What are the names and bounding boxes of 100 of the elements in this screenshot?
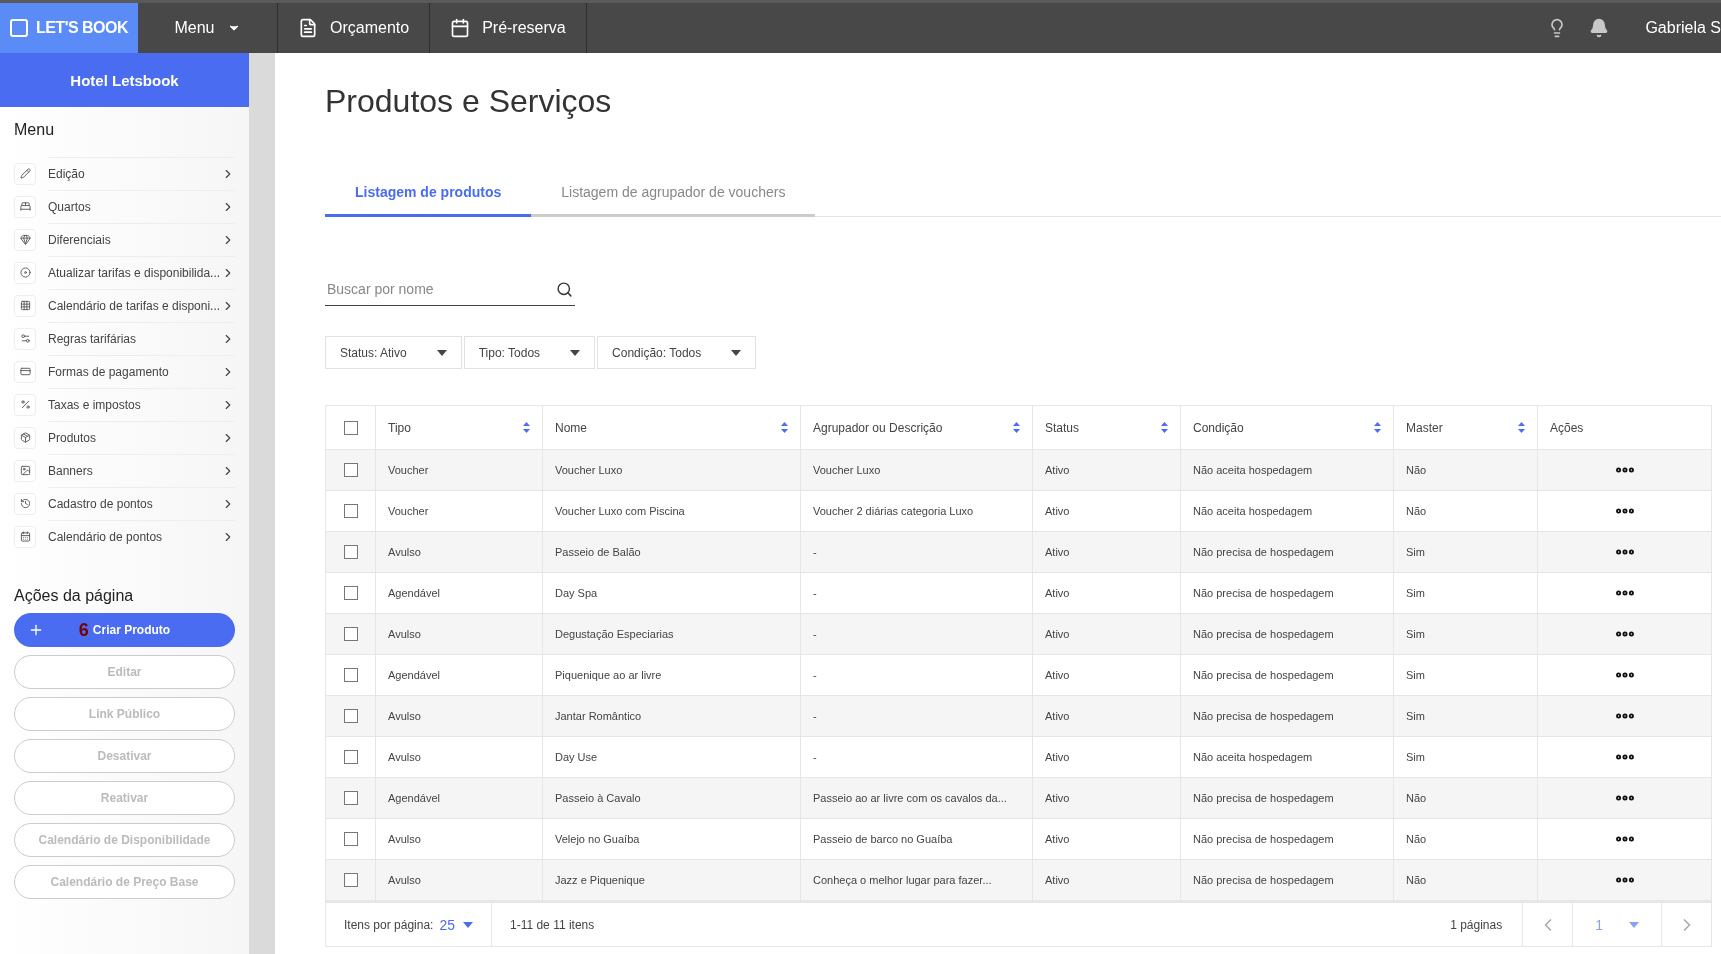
table-cell: Voucher — [388, 464, 429, 476]
table-cell: Não — [1406, 833, 1427, 845]
table-cell: Day Use — [555, 751, 598, 763]
table-cell: - — [813, 669, 817, 681]
sidebar-item[interactable]: Formas de pagamento — [0, 355, 249, 388]
search-icon[interactable] — [556, 281, 573, 298]
tab[interactable]: Listagem de agrupador de vouchers — [531, 170, 816, 217]
table-cell: Ativo — [1045, 874, 1070, 886]
table-cell: Ativo — [1045, 628, 1070, 640]
table-cell: Voucher Luxo com Piscina — [555, 505, 685, 517]
table-cell: Não aceita hospedagem — [1193, 751, 1313, 763]
sort-icon[interactable] — [1161, 422, 1168, 433]
document-icon — [298, 18, 318, 38]
sidebar-item[interactable]: Atualizar tarifas e disponibilida... — [0, 256, 249, 289]
table-cell: Ativo — [1045, 833, 1070, 845]
column-header: Condição — [1193, 420, 1244, 435]
row-checkbox[interactable] — [343, 832, 358, 846]
table-cell: Avulso — [388, 751, 421, 763]
table-cell: Não — [1406, 505, 1427, 517]
table-cell: Passeio de Balão — [555, 546, 641, 558]
table-cell: Agendável — [388, 792, 440, 804]
create-product-button[interactable]: 6 Criar Produto — [14, 613, 235, 647]
row-checkbox[interactable] — [343, 750, 358, 764]
user-name[interactable]: Gabriela S — [1645, 3, 1721, 53]
sidebar-item[interactable]: Taxas e impostos — [0, 388, 249, 421]
sidebar-item[interactable]: Banners — [0, 454, 249, 487]
menu-heading: Menu — [13, 120, 56, 140]
sidebar-item[interactable]: Produtos — [0, 421, 249, 454]
table-cell: Conheça o melhor lugar para fazer... — [813, 874, 992, 886]
sort-icon[interactable] — [1013, 422, 1020, 433]
row-checkbox[interactable] — [343, 463, 358, 477]
sidebar-item[interactable]: Cadastro de pontos — [0, 487, 249, 520]
sidebar-item[interactable]: Regras tarifárias — [0, 322, 249, 355]
table-cell: Não precisa de hospedagem — [1193, 669, 1334, 681]
table-cell: - — [813, 587, 817, 599]
filter-dropdown[interactable]: Status: Ativo — [325, 336, 462, 369]
filter-dropdown[interactable]: Tipo: Todos — [463, 336, 596, 369]
package-icon — [19, 432, 31, 443]
table-cell: Sim — [1406, 751, 1425, 763]
select-all-checkbox[interactable] — [343, 420, 358, 435]
table-cell: Não aceita hospedagem — [1193, 464, 1313, 476]
sidebar-item[interactable]: Edição — [0, 157, 249, 190]
row-checkbox[interactable] — [343, 791, 358, 805]
calendar-icon — [19, 531, 31, 542]
actions-heading: Ações da página — [13, 586, 135, 606]
bed-icon — [19, 201, 31, 212]
table-cell: Ativo — [1045, 669, 1070, 681]
table-cell: - — [813, 546, 817, 558]
row-checkbox[interactable] — [343, 873, 358, 887]
row-checkbox[interactable] — [343, 504, 358, 518]
table-cell: Avulso — [388, 874, 421, 886]
table-cell: Não precisa de hospedagem — [1193, 628, 1334, 640]
sidebar-item[interactable]: Calendário de pontos — [0, 520, 249, 553]
plus-icon — [28, 622, 44, 638]
row-checkbox[interactable] — [343, 709, 358, 723]
column-header: Master — [1406, 420, 1443, 435]
row-checkbox[interactable] — [343, 668, 358, 682]
percent-icon — [19, 399, 31, 410]
row-checkbox[interactable] — [343, 627, 358, 641]
sidebar-item[interactable]: Diferenciais — [0, 223, 249, 256]
table-cell: Passeio de barco no Guaíba — [813, 833, 953, 845]
table-cell: Jantar Romântico — [555, 710, 642, 722]
table-cell: Sim — [1406, 587, 1425, 599]
notification-bell-icon[interactable] — [1589, 18, 1610, 38]
caret-icon — [1629, 921, 1639, 928]
sort-icon[interactable] — [781, 422, 788, 433]
item-range: 1-11 de 11 itens — [510, 917, 595, 932]
row-checkbox[interactable] — [343, 586, 358, 600]
table-cell: Não — [1406, 464, 1427, 476]
table-cell: Ativo — [1045, 505, 1070, 517]
sort-icon[interactable] — [1518, 422, 1525, 433]
image-icon — [19, 465, 31, 476]
page-count: 1 páginas — [1449, 916, 1504, 934]
tab[interactable]: Listagem de produtos — [325, 170, 532, 217]
page-title: Produtos e Serviços — [325, 83, 613, 120]
column-header: Nome — [555, 420, 587, 435]
filter-dropdown[interactable]: Condição: Todos — [597, 336, 757, 369]
table-cell: Avulso — [388, 833, 421, 845]
table-cell: - — [813, 751, 817, 763]
gem-icon — [19, 234, 31, 245]
caret-icon — [436, 349, 447, 356]
table-cell: Passeio ao ar livre com os cavalos da... — [813, 792, 1007, 804]
nav-button[interactable]: Orçamento — [278, 3, 431, 53]
table-cell: Voucher — [388, 505, 429, 517]
table-cell: Não aceita hospedagem — [1193, 505, 1313, 517]
table-cell: Piquenique ao ar livre — [555, 669, 662, 681]
table-cell: Avulso — [388, 710, 421, 722]
sort-icon[interactable] — [1374, 422, 1381, 433]
table-cell: Não precisa de hospedagem — [1193, 833, 1334, 845]
table-cell: Velejo no Guaíba — [555, 833, 640, 845]
nav-button[interactable]: Pré-reserva — [430, 3, 587, 53]
sidebar-item[interactable]: Quartos — [0, 190, 249, 223]
table-cell: Não — [1406, 792, 1427, 804]
row-checkbox[interactable] — [343, 545, 358, 559]
sort-icon[interactable] — [523, 422, 530, 433]
per-page-label: Itens por página: — [344, 917, 434, 932]
table-cell: Não — [1406, 874, 1427, 886]
per-page-select[interactable]: 25 — [439, 916, 473, 933]
table-cell: Degustação Especiarias — [555, 628, 674, 640]
sidebar-item[interactable]: Calendário de tarifas e disponi... — [0, 289, 249, 322]
